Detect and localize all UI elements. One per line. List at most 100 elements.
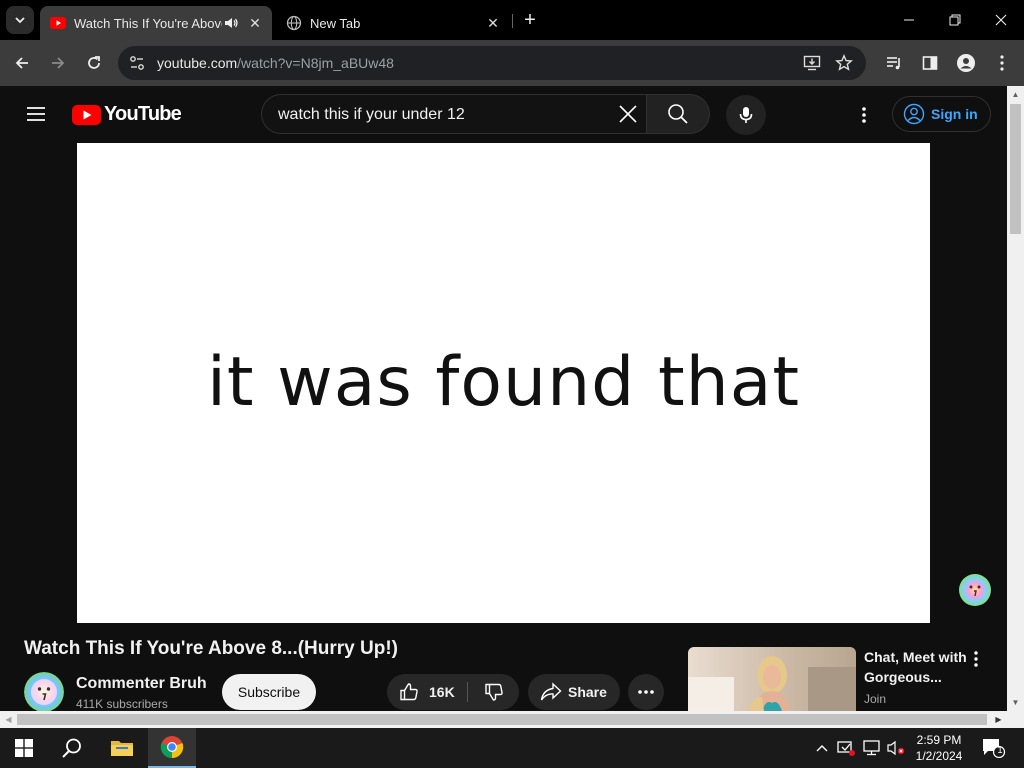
- share-button[interactable]: Share: [528, 674, 620, 710]
- media-queue-icon: [887, 57, 900, 70]
- profile-button[interactable]: [952, 49, 980, 77]
- minimize-button[interactable]: [886, 0, 932, 40]
- share-label: Share: [568, 684, 607, 700]
- guide-menu-button[interactable]: [24, 102, 48, 126]
- sign-in-button[interactable]: Sign in: [892, 96, 991, 132]
- channel-name[interactable]: Commenter Bruh: [76, 675, 207, 693]
- folder-icon: [111, 741, 133, 756]
- url-path: /watch?v=N8jm_aBUw48: [237, 55, 394, 71]
- tab-strip: Watch This If You're Above 8... ✕ New Ta…: [0, 0, 1024, 40]
- show-hidden-icons-chevron-icon[interactable]: [812, 738, 832, 758]
- search-icon: [668, 104, 688, 124]
- side-panel-button[interactable]: [916, 49, 944, 77]
- vertical-scroll-thumb[interactable]: [1010, 104, 1021, 234]
- reload-button[interactable]: [80, 49, 108, 77]
- ad-action-label[interactable]: Join: [864, 692, 886, 706]
- microphone-icon: [739, 107, 753, 123]
- volume-muted-icon[interactable]: [886, 738, 906, 758]
- ad-thumbnail[interactable]: [688, 647, 856, 711]
- page-viewport: YouTube watch this if your under 12 Sign…: [0, 86, 1007, 711]
- thumbs-down-icon: [484, 683, 503, 701]
- youtube-header: YouTube watch this if your under 12 Sign…: [0, 86, 1007, 143]
- notification-count: 1: [997, 745, 1003, 755]
- chrome-taskbar-button[interactable]: [148, 728, 196, 768]
- scroll-left-arrow-icon[interactable]: ◀: [4, 714, 13, 725]
- ad-menu-button[interactable]: [966, 648, 986, 670]
- close-icon: [995, 14, 1007, 26]
- like-dislike-group: 16K: [387, 674, 519, 710]
- browser-toolbar: youtube.com/watch?v=N8jm_aBUw48: [0, 40, 1024, 86]
- account-icon: [903, 103, 925, 125]
- tab-title: New Tab: [310, 15, 361, 31]
- channel-watermark-icon[interactable]: [959, 574, 991, 606]
- profile-icon: [957, 54, 975, 72]
- tab-search-button[interactable]: [6, 6, 34, 34]
- ad-title[interactable]: Chat, Meet with Gorgeous...: [864, 647, 972, 687]
- tab-new-tab[interactable]: New Tab ✕: [276, 6, 510, 40]
- youtube-logo-text: YouTube: [104, 103, 182, 125]
- more-actions-button[interactable]: [628, 674, 664, 710]
- taskbar-clock[interactable]: 2:59 PM 1/2/2024: [912, 732, 966, 764]
- globe-icon: [286, 15, 302, 31]
- new-tab-button[interactable]: +: [518, 8, 542, 32]
- address-bar[interactable]: youtube.com/watch?v=N8jm_aBUw48: [118, 46, 866, 80]
- media-controls-button[interactable]: [880, 49, 908, 77]
- update-shield-icon[interactable]: [836, 738, 856, 758]
- restore-button[interactable]: [932, 0, 978, 40]
- arrow-right-icon: [52, 57, 65, 69]
- close-window-button[interactable]: [978, 0, 1024, 40]
- youtube-logo[interactable]: YouTube: [72, 103, 182, 126]
- voice-search-button[interactable]: [726, 95, 766, 135]
- clear-search-icon[interactable]: [616, 102, 640, 126]
- vertical-scrollbar[interactable]: ▲ ▼: [1007, 86, 1024, 711]
- share-arrow-icon: [540, 682, 562, 701]
- subscribe-button[interactable]: Subscribe: [222, 674, 316, 710]
- windows-logo-icon: [15, 739, 33, 757]
- dislike-button[interactable]: [468, 674, 519, 710]
- search-button[interactable]: [647, 94, 710, 134]
- video-title: Watch This If You're Above 8...(Hurry Up…: [24, 638, 398, 659]
- scroll-right-arrow-icon[interactable]: ▶: [994, 714, 1003, 725]
- tab-title: Watch This If You're Above 8...: [74, 15, 222, 31]
- search-icon: [62, 738, 81, 758]
- sign-in-label: Sign in: [931, 106, 978, 122]
- kebab-menu-icon: [1000, 55, 1004, 71]
- start-button[interactable]: [0, 728, 48, 768]
- close-tab-icon[interactable]: ✕: [484, 14, 502, 32]
- tab-youtube-video[interactable]: Watch This If You're Above 8... ✕: [40, 6, 272, 40]
- tab-separator: [512, 14, 513, 28]
- chrome-logo-icon: [160, 736, 184, 759]
- channel-avatar[interactable]: [24, 672, 64, 711]
- video-player[interactable]: it was found that: [77, 143, 930, 623]
- file-explorer-button[interactable]: [98, 728, 146, 768]
- back-button[interactable]: [8, 49, 36, 77]
- more-horizontal-icon: [638, 690, 654, 694]
- network-icon[interactable]: [862, 738, 882, 758]
- horizontal-scrollbar[interactable]: ◀ ▶: [0, 711, 1007, 728]
- notification-center-button[interactable]: 1: [982, 738, 1006, 759]
- like-button[interactable]: 16K: [387, 674, 467, 710]
- install-app-icon[interactable]: [802, 53, 822, 73]
- close-tab-icon[interactable]: ✕: [246, 14, 264, 32]
- site-settings-icon[interactable]: [128, 54, 146, 72]
- thumbs-up-icon: [400, 683, 418, 701]
- horizontal-scroll-thumb[interactable]: [17, 714, 987, 725]
- scroll-corner: [1007, 711, 1024, 728]
- chevron-down-icon: [15, 17, 25, 24]
- scroll-up-arrow-icon[interactable]: ▲: [1011, 90, 1020, 99]
- url-text[interactable]: youtube.com/watch?v=N8jm_aBUw48: [157, 55, 394, 71]
- plus-icon: +: [524, 8, 536, 31]
- chrome-menu-button[interactable]: [988, 49, 1016, 77]
- settings-menu-button[interactable]: [852, 103, 876, 127]
- scroll-down-arrow-icon[interactable]: ▼: [1011, 698, 1020, 707]
- taskbar-search-button[interactable]: [48, 728, 96, 768]
- url-host: youtube.com: [157, 55, 238, 71]
- speaker-icon[interactable]: [222, 14, 240, 32]
- clock-date: 1/2/2024: [915, 749, 963, 763]
- search-input[interactable]: watch this if your under 12: [261, 94, 647, 134]
- arrow-left-icon: [15, 57, 28, 69]
- bookmark-star-icon[interactable]: [834, 53, 854, 73]
- windows-taskbar: 2:59 PM 1/2/2024 1: [0, 728, 1024, 768]
- like-count: 16K: [429, 684, 455, 700]
- forward-button[interactable]: [44, 49, 72, 77]
